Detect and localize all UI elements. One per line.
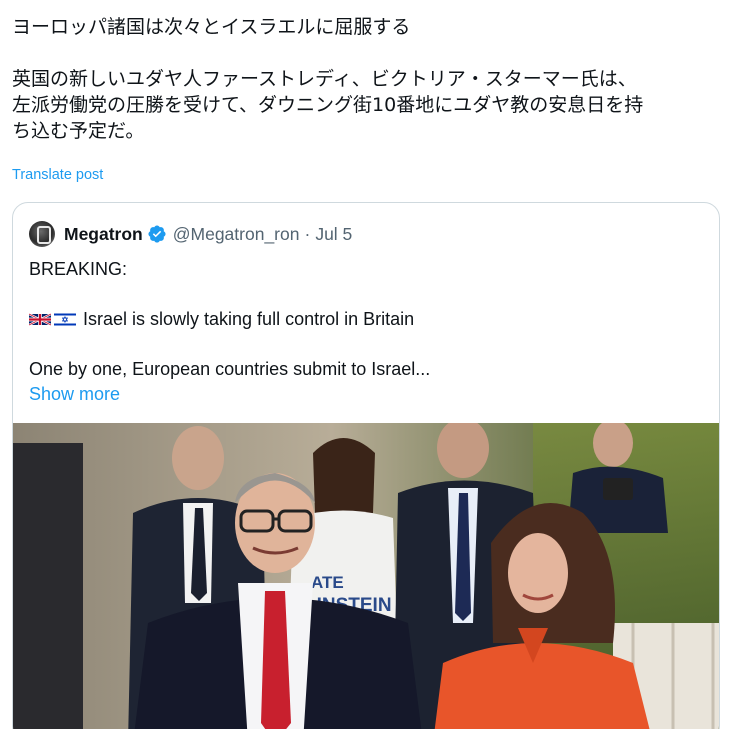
show-more-link[interactable]: Show more: [29, 382, 699, 407]
author-handle[interactable]: @Megatron_ron: [173, 224, 300, 245]
verified-badge-icon: [148, 225, 166, 243]
post-text-line: ち込む予定だ。: [12, 120, 145, 142]
post-text-line: ヨーロッパ諸国は次々とイスラエルに屈服する: [12, 16, 411, 38]
quoted-tweet-header: Megatron @Megatron_ron · Jul 5: [29, 219, 352, 249]
separator-dot: ·: [304, 223, 311, 244]
body-text: One by one, European countries submit to…: [29, 359, 431, 379]
post-text-gap: [12, 40, 724, 66]
body-gap: [29, 282, 699, 307]
israel-flag-icon: [54, 312, 76, 327]
post-text: ヨーロッパ諸国は次々とイスラエルに屈服する 英国の新しいユダヤ人ファーストレディ…: [12, 14, 724, 144]
post-text-line: 英国の新しいユダヤ人ファーストレディ、ビクトリア・スターマー氏は、: [12, 68, 637, 90]
uk-flag-icon: [29, 313, 51, 326]
quoted-tweet-body: BREAKING: Israel is slowly taking full c…: [29, 257, 699, 407]
breaking-line: BREAKING:: [29, 259, 128, 279]
author-name[interactable]: Megatron: [64, 224, 143, 245]
megatron-avatar[interactable]: [29, 221, 55, 247]
post-date[interactable]: Jul 5: [315, 224, 352, 245]
shirt-text: ATE: [311, 573, 344, 592]
post-text-line: 左派労働党の圧勝を受けて、ダウニング街10番地にユダヤ教の安息日を持: [12, 94, 644, 116]
headline-row: Israel is slowly taking full control in …: [29, 307, 699, 332]
photo-scene: ATE LINSTEIN: [13, 423, 719, 729]
attached-photo[interactable]: ATE LINSTEIN: [13, 423, 719, 729]
translate-post-link[interactable]: Translate post: [12, 167, 103, 183]
headline-text: Israel is slowly taking full control in …: [83, 309, 415, 329]
body-gap: [29, 332, 699, 357]
quoted-tweet-card[interactable]: Megatron @Megatron_ron · Jul 5 BREAKING:: [12, 202, 720, 729]
